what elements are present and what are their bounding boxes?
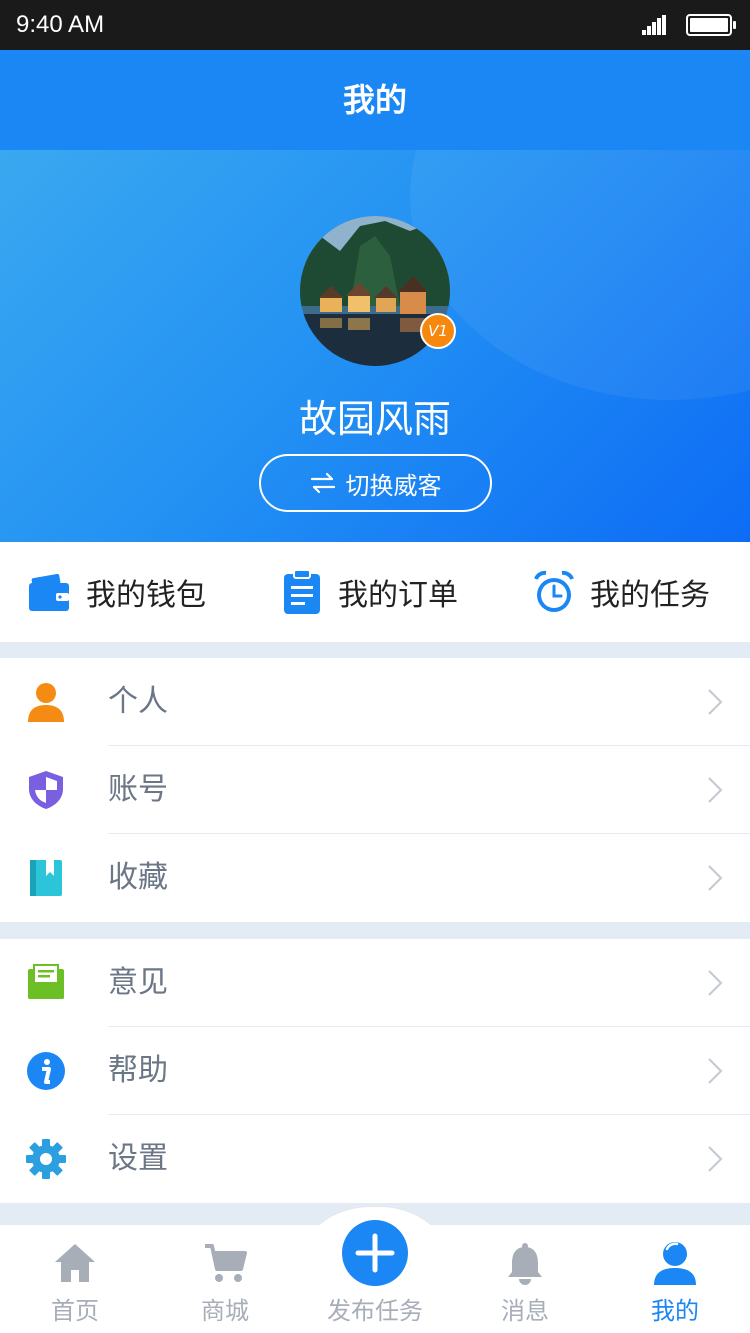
publish-task-button[interactable] bbox=[342, 1220, 408, 1286]
menu-item-label: 收藏 bbox=[108, 860, 168, 895]
person-icon bbox=[28, 683, 64, 722]
menu-item-favorites[interactable]: 收藏 bbox=[0, 834, 750, 922]
quick-link-tasks[interactable]: 我的任务 bbox=[534, 542, 710, 642]
menu-item-label: 账号 bbox=[108, 772, 168, 807]
menu-item-account[interactable]: 账号 bbox=[0, 746, 750, 834]
user-icon bbox=[654, 1242, 696, 1285]
chevron-right-icon bbox=[708, 689, 723, 715]
battery-icon bbox=[686, 14, 736, 36]
tab-mine[interactable]: 我的 bbox=[600, 1225, 750, 1333]
menu-group-support: 意见 帮助 设置 bbox=[0, 939, 750, 1203]
cart-icon bbox=[205, 1244, 247, 1282]
switch-role-label: 切换威客 bbox=[345, 471, 442, 500]
tab-label: 我的 bbox=[651, 1297, 699, 1325]
info-icon bbox=[27, 1052, 65, 1090]
plus-icon bbox=[355, 1233, 395, 1273]
menu-item-settings[interactable]: 设置 bbox=[0, 1115, 750, 1203]
quick-link-tasks-label: 我的任务 bbox=[590, 578, 710, 613]
switch-role-button[interactable]: 切换威客 bbox=[259, 454, 492, 512]
menu-group-account: 个人 账号 收藏 bbox=[0, 658, 750, 922]
tab-home[interactable]: 首页 bbox=[0, 1225, 150, 1333]
menu-item-feedback[interactable]: 意见 bbox=[0, 939, 750, 1027]
menu-item-label: 个人 bbox=[108, 684, 168, 719]
chevron-right-icon bbox=[708, 1146, 723, 1172]
bookmark-icon bbox=[30, 860, 62, 896]
signal-icon bbox=[642, 15, 668, 35]
feedback-icon bbox=[28, 964, 64, 999]
tab-label: 发布任务 bbox=[327, 1297, 423, 1325]
bell-icon bbox=[508, 1243, 542, 1285]
status-time: 9:40 AM bbox=[16, 11, 105, 38]
quick-links-bar: 我的钱包 我的订单 我的任务 bbox=[0, 542, 750, 642]
clipboard-icon bbox=[284, 570, 320, 614]
tab-label: 首页 bbox=[51, 1297, 99, 1325]
tab-messages[interactable]: 消息 bbox=[450, 1225, 600, 1333]
menu-item-label: 设置 bbox=[108, 1141, 168, 1176]
chevron-right-icon bbox=[708, 970, 723, 996]
swap-icon bbox=[310, 472, 335, 494]
nav-bar: 我的 bbox=[0, 50, 750, 150]
quick-link-orders[interactable]: 我的订单 bbox=[282, 542, 458, 642]
quick-link-wallet-label: 我的钱包 bbox=[86, 578, 206, 613]
tab-mall[interactable]: 商城 bbox=[150, 1225, 300, 1333]
menu-item-help[interactable]: 帮助 bbox=[0, 1027, 750, 1115]
shield-icon bbox=[29, 771, 63, 809]
home-icon bbox=[55, 1244, 95, 1282]
status-bar: 9:40 AM bbox=[0, 0, 750, 50]
menu-item-label: 帮助 bbox=[108, 1053, 168, 1088]
menu-item-personal[interactable]: 个人 bbox=[0, 658, 750, 746]
gear-icon bbox=[26, 1139, 66, 1179]
page-title: 我的 bbox=[342, 81, 407, 119]
chevron-right-icon bbox=[708, 865, 723, 891]
profile-header: V1 故园风雨 切换威客 bbox=[0, 150, 750, 542]
quick-link-orders-label: 我的订单 bbox=[338, 578, 458, 613]
menu-item-label: 意见 bbox=[108, 965, 168, 1000]
level-badge: V1 bbox=[420, 313, 456, 349]
chevron-right-icon bbox=[708, 1058, 723, 1084]
decorative-circle bbox=[410, 150, 750, 400]
wallet-icon bbox=[29, 573, 69, 611]
tab-label: 消息 bbox=[501, 1297, 549, 1325]
chevron-right-icon bbox=[708, 777, 723, 803]
username: 故园风雨 bbox=[298, 397, 451, 441]
alarm-clock-icon bbox=[534, 570, 574, 612]
quick-link-wallet[interactable]: 我的钱包 bbox=[28, 542, 206, 642]
tab-label: 商城 bbox=[201, 1297, 249, 1325]
